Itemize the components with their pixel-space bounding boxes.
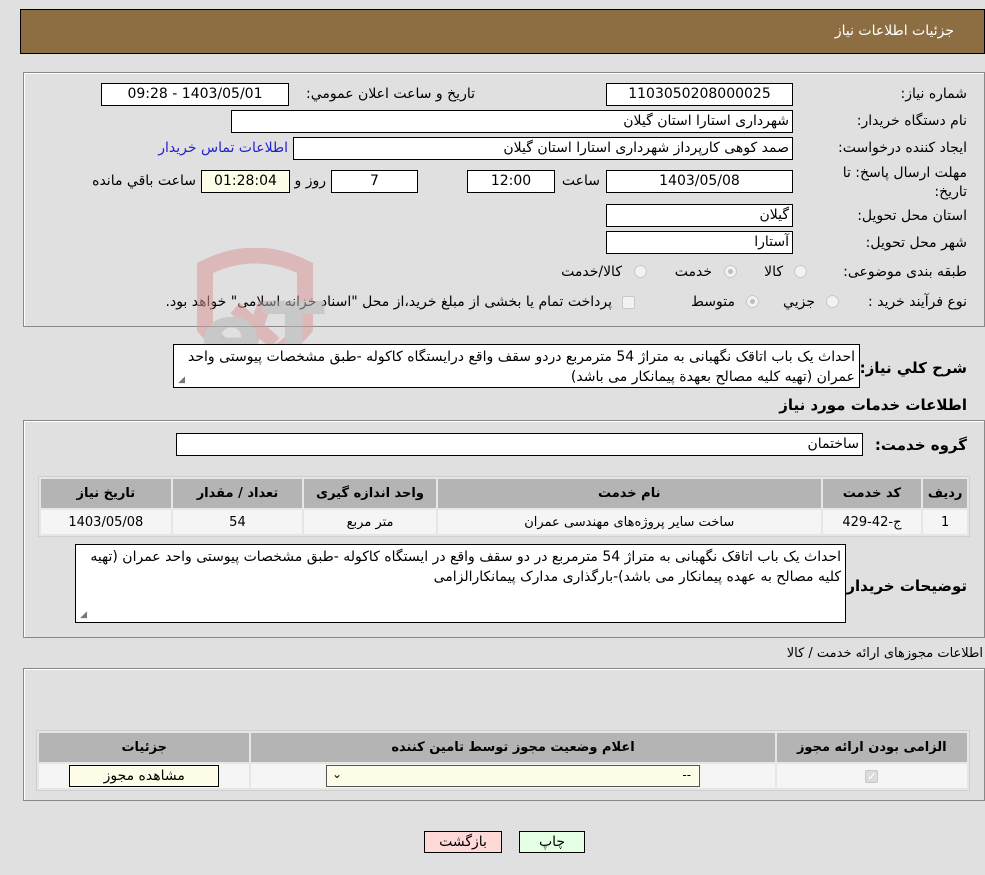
days-label: روز و (294, 173, 327, 189)
cell-service-code: ج-42-429 (822, 510, 922, 534)
services-section-title: اطلاعات خدمات مورد نیاز (779, 396, 967, 414)
services-table-header: ردیف کد خدمت نام خدمت واحد اندازه گیری ت… (41, 479, 967, 508)
remaining-time-field: 01:28:04 (201, 170, 290, 193)
permits-table: الزامی بودن ارائه مجوز اعلام وضعیت مجوز … (36, 730, 970, 791)
permit-status-select[interactable]: -- ⌄ (326, 765, 701, 787)
table-row: 1 ج-42-429 ساخت سایر پروژه‌های مهندسی عم… (41, 510, 967, 534)
service-group-field: ساختمان (176, 433, 863, 456)
resize-grip-icon[interactable]: ◢ (176, 376, 185, 385)
deadline-time-label: ساعت (561, 173, 600, 189)
col-permit-status: اعلام وضعیت مجوز توسط تامین کننده (251, 733, 775, 762)
need-number-field: 1103050208000025 (606, 83, 793, 106)
category-option-service: خدمت (674, 264, 712, 280)
category-option-goods-service: کالا/خدمت (561, 264, 622, 280)
announce-datetime-field: 1403/05/01 - 09:28 (101, 83, 289, 106)
cell-quantity: 54 (172, 510, 303, 534)
col-need-date: تاریخ نیاز (41, 479, 171, 508)
cell-unit: متر مربع (304, 510, 436, 534)
buyer-org-field: شهرداری استارا استان گیلان (231, 110, 793, 133)
page-title: جزئیات اطلاعات نیاز (834, 23, 954, 39)
city-label: شهر محل تحویل: (865, 235, 967, 251)
province-field: گیلان (606, 204, 793, 227)
cell-permit-status: -- ⌄ (251, 764, 775, 788)
process-option-minor: جزيي (783, 294, 815, 310)
category-label: طبقه بندی موضوعی: (843, 264, 967, 280)
permit-status-value: -- (682, 768, 692, 782)
process-radio-medium[interactable] (746, 295, 759, 308)
back-button[interactable]: بازگشت (424, 831, 502, 853)
col-unit: واحد اندازه گیری (304, 479, 436, 508)
col-service-name: نام خدمت (437, 479, 821, 508)
treasury-note: پرداخت تمام یا بخشی از مبلغ خرید،از محل … (165, 294, 612, 310)
resize-grip-icon[interactable]: ◢ (78, 611, 87, 620)
buyer-notes-label: توضیحات خریدار: (840, 577, 967, 595)
col-quantity: تعداد / مقدار (172, 479, 303, 508)
deadline-time-field: 12:00 (467, 170, 555, 193)
need-number-label: شماره نیاز: (900, 86, 968, 102)
cell-row-number: 1 (923, 510, 967, 534)
deadline-label: مهلت ارسال پاسخ: تا تاریخ: (842, 165, 967, 200)
treasury-checkbox[interactable] (622, 296, 635, 309)
cell-permit-details: مشاهده مجوز (39, 764, 250, 788)
chevron-down-icon: ⌄ (332, 767, 343, 781)
services-table: ردیف کد خدمت نام خدمت واحد اندازه گیری ت… (38, 476, 970, 537)
service-group-label: گروه خدمت: (874, 436, 967, 454)
announce-label: تاریخ و ساعت اعلان عمومي: (306, 86, 475, 102)
city-field: آستارا (606, 231, 793, 254)
buyer-notes-textarea[interactable]: احداث یک باب اتاقک نگهبانی به متراژ 54 م… (75, 544, 846, 623)
view-permit-button[interactable]: مشاهده مجوز (69, 765, 220, 787)
process-option-medium: متوسط (691, 294, 735, 310)
permits-section-title: اطلاعات مجوزهای ارائه خدمت / کالا (786, 646, 983, 661)
description-label: شرح کلي نیاز: (859, 359, 967, 377)
cell-need-date: 1403/05/08 (41, 510, 171, 534)
category-option-goods: کالا (764, 264, 783, 280)
print-button[interactable]: چاپ (519, 831, 585, 853)
process-radio-minor[interactable] (826, 295, 839, 308)
creator-label: ایجاد کننده درخواست: (838, 140, 967, 156)
col-service-code: کد خدمت (822, 479, 922, 508)
remaining-label: ساعت باقي مانده (92, 173, 196, 189)
col-row-number: ردیف (923, 479, 967, 508)
table-row: ✓ -- ⌄ مشاهده مجوز (39, 764, 967, 788)
cell-permit-required: ✓ (776, 764, 967, 788)
description-text: احداث یک باب اتاقک نگهبانی به متراژ 54 م… (188, 349, 855, 385)
process-label: نوع فرآیند خرید : (868, 294, 967, 310)
buyer-notes-text: احداث یک باب اتاقک نگهبانی به متراژ 54 م… (90, 549, 841, 585)
remaining-days-field: 7 (331, 170, 418, 193)
description-textarea[interactable]: احداث یک باب اتاقک نگهبانی به متراژ 54 م… (173, 344, 860, 388)
page-header: جزئیات اطلاعات نیاز (20, 9, 985, 54)
permits-table-header: الزامی بودن ارائه مجوز اعلام وضعیت مجوز … (39, 733, 967, 762)
buyer-org-label: نام دستگاه خریدار: (856, 113, 967, 129)
creator-field: صمد کوهی کارپرداز شهرداری استارا استان گ… (293, 137, 793, 160)
cell-service-name: ساخت سایر پروژه‌های مهندسی عمران (437, 510, 821, 534)
permit-required-checkbox: ✓ (865, 769, 879, 783)
buyer-contact-link[interactable]: اطلاعات تماس خریدار (158, 140, 288, 156)
col-permit-details: جزئیات (39, 733, 250, 762)
category-radio-service[interactable] (724, 265, 737, 278)
deadline-date-field: 1403/05/08 (606, 170, 793, 193)
category-radio-goods[interactable] (794, 265, 807, 278)
col-permit-required: الزامی بودن ارائه مجوز (776, 733, 967, 762)
province-label: استان محل تحویل: (857, 208, 967, 224)
category-radio-goods-service[interactable] (634, 265, 647, 278)
